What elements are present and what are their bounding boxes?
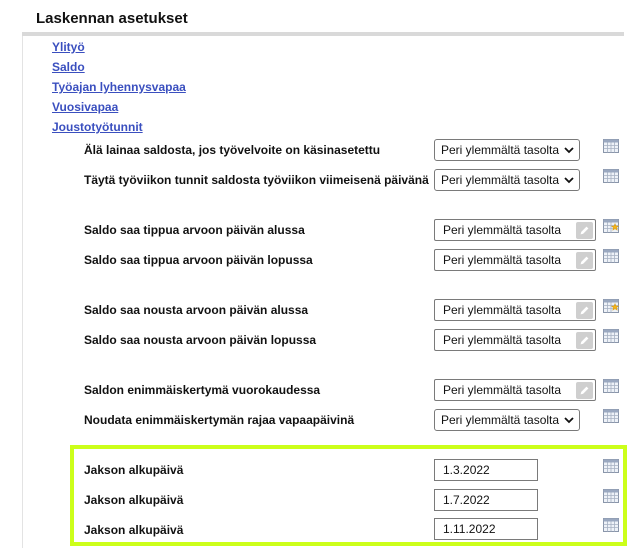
setting-label: Saldo saa tippua arvoon päivän lopussa xyxy=(84,253,313,267)
select-value: Peri ylemmältä tasolta xyxy=(441,143,560,157)
field-value: Peri ylemmältä tasolta xyxy=(443,253,562,267)
pencil-edit-icon[interactable] xyxy=(576,251,593,269)
calendar-grid-icon[interactable] xyxy=(603,459,619,473)
calendar-star-icon[interactable] xyxy=(603,299,619,313)
chevron-down-icon xyxy=(564,147,574,154)
period-label: Jakson alkupäivä xyxy=(84,463,184,477)
calendar-grid-icon[interactable] xyxy=(603,409,619,423)
setting-label: Noudata enimmäiskertymän rajaa vapaapäiv… xyxy=(84,413,355,427)
setting-select[interactable]: Peri ylemmältä tasolta xyxy=(434,139,580,161)
field-value: Peri ylemmältä tasolta xyxy=(443,303,562,317)
calendar-grid-icon[interactable] xyxy=(603,489,619,503)
nav-link-ylityo[interactable]: Ylityö xyxy=(52,40,85,54)
pencil-edit-icon[interactable] xyxy=(576,301,593,319)
calendar-grid-icon[interactable] xyxy=(603,169,619,183)
setting-label: Täytä työviikon tunnit saldosta työviiko… xyxy=(84,173,429,187)
chevron-down-icon xyxy=(564,417,574,424)
nav-link-saldo[interactable]: Saldo xyxy=(52,60,85,74)
calendar-grid-icon[interactable] xyxy=(603,249,619,263)
pencil-edit-icon[interactable] xyxy=(576,331,593,349)
calendar-grid-icon[interactable] xyxy=(603,139,619,153)
setting-edit-field[interactable]: Peri ylemmältä tasolta xyxy=(434,219,596,241)
nav-link-tyoajan-lyhennysvapaa[interactable]: Työajan lyhennysvapaa xyxy=(52,80,186,94)
calendar-grid-icon[interactable] xyxy=(603,518,619,532)
setting-select[interactable]: Peri ylemmältä tasolta xyxy=(434,169,580,191)
setting-select[interactable]: Peri ylemmältä tasolta xyxy=(434,409,580,431)
select-value: Peri ylemmältä tasolta xyxy=(441,413,560,427)
period-label: Jakson alkupäivä xyxy=(84,523,184,537)
calendar-star-icon[interactable] xyxy=(603,219,619,233)
setting-edit-field[interactable]: Peri ylemmältä tasolta xyxy=(434,299,596,321)
setting-edit-field[interactable]: Peri ylemmältä tasolta xyxy=(434,329,596,351)
chevron-down-icon xyxy=(564,177,574,184)
nav-link-joustotyotunnit[interactable]: Joustotyötunnit xyxy=(52,120,143,134)
field-value: Peri ylemmältä tasolta xyxy=(443,383,562,397)
left-border xyxy=(22,36,23,548)
period-start-date-input[interactable]: 1.11.2022 xyxy=(434,518,538,540)
setting-label: Saldo saa nousta arvoon päivän alussa xyxy=(84,303,309,317)
period-label: Jakson alkupäivä xyxy=(84,493,184,507)
calendar-grid-icon[interactable] xyxy=(603,379,619,393)
calendar-grid-icon[interactable] xyxy=(603,329,619,343)
pencil-edit-icon[interactable] xyxy=(576,221,593,239)
setting-label: Saldo saa tippua arvoon päivän alussa xyxy=(84,223,305,237)
setting-edit-field[interactable]: Peri ylemmältä tasolta xyxy=(434,249,596,271)
period-start-date-input[interactable]: 1.3.2022 xyxy=(434,459,538,481)
setting-label: Saldon enimmäiskertymä vuorokaudessa xyxy=(84,383,321,397)
nav-link-vuosivapaa[interactable]: Vuosivapaa xyxy=(52,100,118,114)
period-start-date-input[interactable]: 1.7.2022 xyxy=(434,489,538,511)
page-title: Laskennan asetukset xyxy=(36,10,188,27)
pencil-edit-icon[interactable] xyxy=(576,381,593,399)
setting-label: Saldo saa nousta arvoon päivän lopussa xyxy=(84,333,317,347)
field-value: Peri ylemmältä tasolta xyxy=(443,333,562,347)
field-value: Peri ylemmältä tasolta xyxy=(443,223,562,237)
title-underline xyxy=(22,32,624,36)
setting-label: Älä lainaa saldosta, jos työvelvoite on … xyxy=(84,143,381,157)
select-value: Peri ylemmältä tasolta xyxy=(441,173,560,187)
setting-edit-field[interactable]: Peri ylemmältä tasolta xyxy=(434,379,596,401)
